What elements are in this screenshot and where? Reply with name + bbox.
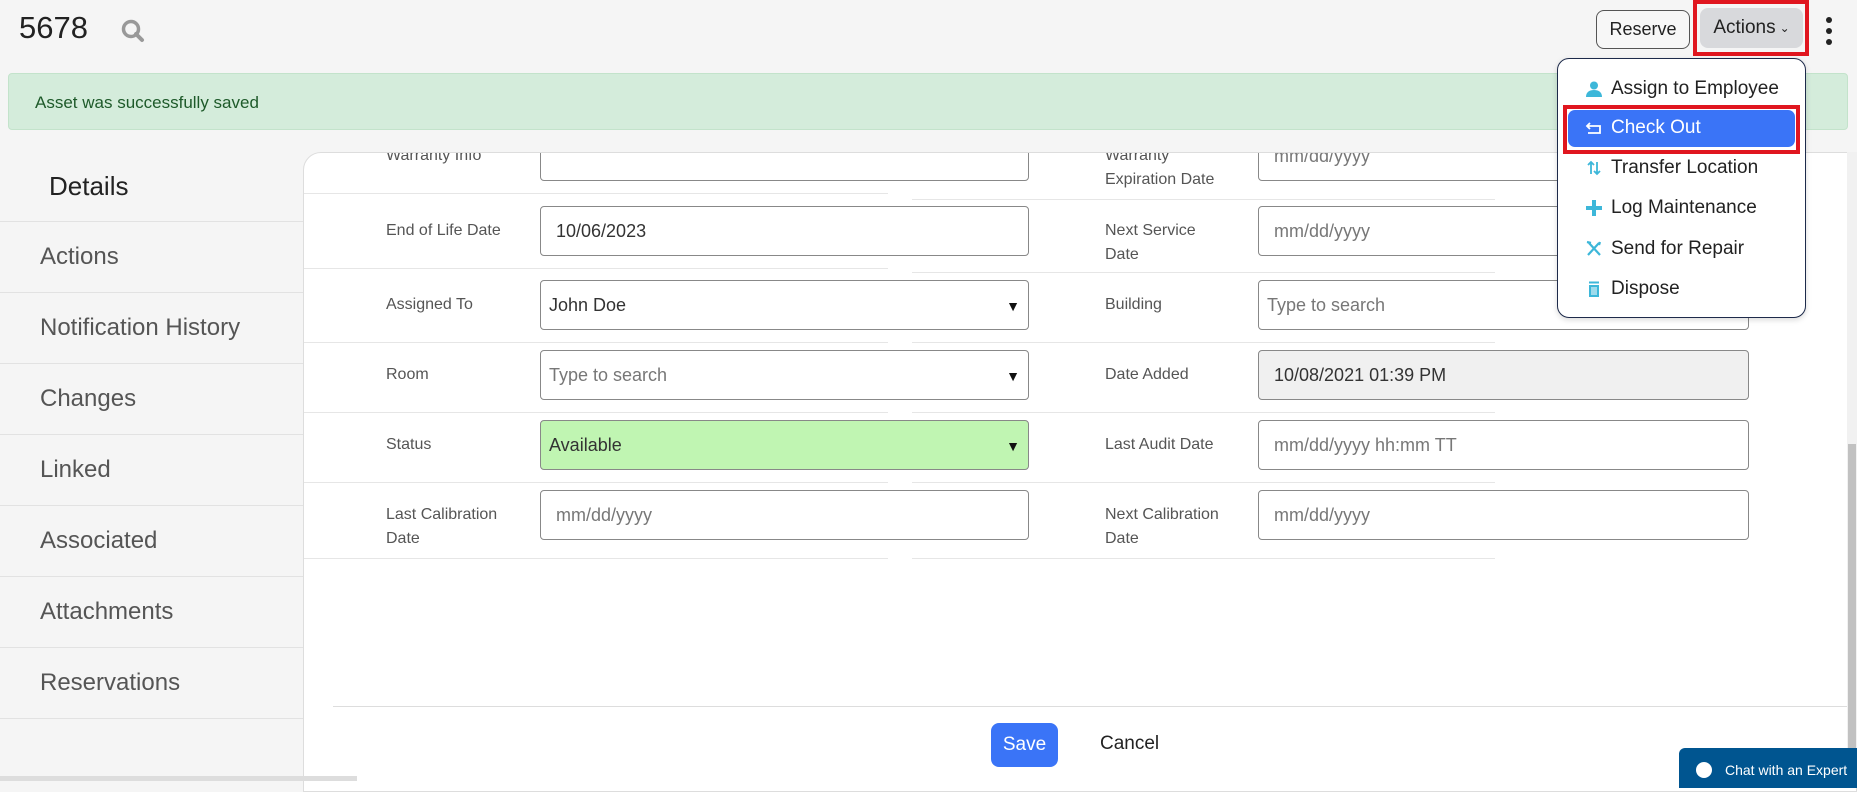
- plus-icon: [1585, 199, 1603, 217]
- caret-down-icon: ▼: [1006, 438, 1020, 454]
- field-label-warranty-expiration-date: Warranty Expiration Date: [1105, 152, 1215, 188]
- assigned-to-select[interactable]: John Doe ▼: [540, 280, 1029, 330]
- field-placeholder: mm/dd/yyyy hh:mm TT: [1274, 434, 1457, 455]
- sidebar-item-notification-history[interactable]: Notification History: [0, 293, 303, 364]
- field-value: 10/06/2023: [556, 220, 647, 241]
- field-label-warranty-info: Warranty Info: [386, 152, 482, 164]
- form-row: [304, 412, 888, 413]
- sidebar-item-reservations[interactable]: Reservations: [0, 648, 303, 719]
- highlight-box-actions: [1693, 0, 1809, 56]
- form-row: [304, 482, 888, 483]
- form-row: [912, 342, 1495, 343]
- save-button[interactable]: Save: [991, 723, 1058, 767]
- field-placeholder: Type to search: [1267, 294, 1386, 315]
- form-row: [304, 558, 888, 559]
- field-label-building: Building: [1105, 296, 1162, 313]
- field-label-last-audit-date: Last Audit Date: [1105, 436, 1214, 453]
- transfer-arrows-icon: [1585, 159, 1603, 177]
- field-label-status: Status: [386, 436, 432, 453]
- highlight-box-check-out: [1563, 105, 1800, 154]
- date-added-input: 10/08/2021 01:39 PM: [1258, 350, 1749, 400]
- sidebar-item-linked[interactable]: Linked: [0, 435, 303, 506]
- sidebar: Details Actions Notification History Change…: [0, 152, 303, 719]
- sidebar-item-actions[interactable]: Actions: [0, 222, 303, 293]
- last-calibration-date-input[interactable]: mm/dd/yyyy: [540, 490, 1029, 540]
- field-value: 10/08/2021 01:39 PM: [1274, 364, 1447, 385]
- menu-item-log-maintenance[interactable]: Log Maintenance: [1585, 190, 1757, 226]
- sidebar-item-associated[interactable]: Associated: [0, 506, 303, 577]
- divider: [333, 706, 1856, 707]
- reserve-button[interactable]: Reserve: [1596, 10, 1690, 49]
- field-value: Available: [549, 434, 622, 455]
- trash-icon: [1585, 280, 1603, 298]
- end-of-life-date-input[interactable]: 10/06/2023: [540, 206, 1029, 256]
- cancel-button[interactable]: Cancel: [1100, 733, 1159, 755]
- status-select[interactable]: Available ▼: [540, 420, 1029, 470]
- chat-widget[interactable]: Chat with an Expert: [1679, 748, 1857, 788]
- field-label-next-service-date: Next Service Date: [1105, 222, 1196, 263]
- field-placeholder: Type to search: [549, 364, 668, 385]
- form-row: [304, 193, 888, 194]
- field-placeholder: mm/dd/yyyy: [1274, 152, 1371, 166]
- menu-item-label: Send for Repair: [1611, 238, 1745, 259]
- menu-item-transfer-location[interactable]: Transfer Location: [1585, 150, 1758, 186]
- horizontal-scrollbar[interactable]: [0, 776, 357, 781]
- room-select[interactable]: Type to search ▼: [540, 350, 1029, 400]
- form-row: [912, 482, 1495, 483]
- more-options-icon[interactable]: [1824, 17, 1834, 45]
- caret-down-icon: ▼: [1006, 368, 1020, 384]
- field-label-next-calibration-date: Next Calibration Date: [1105, 506, 1219, 547]
- tools-icon: [1585, 240, 1603, 258]
- menu-items: Assign to Employee Check Out Transfer Loca…: [1557, 58, 1806, 318]
- sidebar-item-changes[interactable]: Changes: [0, 364, 303, 435]
- form-row: [912, 272, 1495, 273]
- banner-message: Asset was successfully saved: [35, 93, 259, 112]
- form-row: [304, 342, 888, 343]
- search-icon[interactable]: [120, 18, 146, 44]
- menu-item-dispose[interactable]: Dispose: [1585, 271, 1680, 307]
- menu-item-label: Assign to Employee: [1611, 78, 1779, 99]
- menu-item-label: Log Maintenance: [1611, 197, 1757, 218]
- warranty-info-input[interactable]: [540, 153, 1029, 181]
- sidebar-item-attachments[interactable]: Attachments: [0, 577, 303, 648]
- sidebar-item-details[interactable]: Details: [0, 152, 303, 222]
- form-row: [304, 268, 888, 269]
- field-label-room: Room: [386, 366, 429, 383]
- menu-item-assign-to-employee[interactable]: Assign to Employee: [1585, 71, 1779, 107]
- user-icon: [1585, 80, 1603, 98]
- field-placeholder: mm/dd/yyyy: [556, 504, 653, 525]
- form-row: [912, 558, 1495, 559]
- menu-item-label: Transfer Location: [1611, 157, 1759, 178]
- scrollbar-thumb[interactable]: [1848, 444, 1856, 781]
- field-label-date-added: Date Added: [1105, 366, 1189, 383]
- form-row: [912, 412, 1495, 413]
- form-row: [912, 199, 1495, 200]
- menu-item-send-for-repair[interactable]: Send for Repair: [1585, 231, 1744, 267]
- field-label-assigned-to: Assigned To: [386, 296, 473, 313]
- field-placeholder: mm/dd/yyyy: [1274, 504, 1371, 525]
- chat-label: Chat with an Expert: [1725, 762, 1848, 778]
- next-calibration-date-input[interactable]: mm/dd/yyyy: [1258, 490, 1749, 540]
- asset-title: 5678: [19, 10, 88, 45]
- caret-down-icon: ▼: [1006, 298, 1020, 314]
- menu-item-label: Dispose: [1611, 278, 1680, 299]
- field-label-end-of-life-date: End of Life Date: [386, 222, 501, 239]
- last-audit-date-input[interactable]: mm/dd/yyyy hh:mm TT: [1258, 420, 1749, 470]
- field-label-last-calibration-date: Last Calibration Date: [386, 506, 498, 547]
- field-placeholder: mm/dd/yyyy: [1274, 220, 1371, 241]
- chat-bubble-icon: [1696, 762, 1712, 778]
- field-value: John Doe: [549, 294, 627, 315]
